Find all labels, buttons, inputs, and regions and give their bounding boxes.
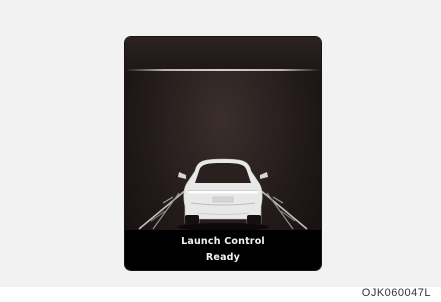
figure-caption: OJK060047L [361,287,431,299]
figure-frame: Launch Control Ready [0,0,441,287]
instrument-cluster-display: Launch Control Ready [125,37,321,270]
launch-control-label: Launch Control [181,236,265,247]
launch-control-state: Ready [205,252,241,263]
cluster-top-area [125,37,321,69]
vehicle-icon [177,158,269,231]
driving-scene [138,158,308,231]
status-bar: Launch Control Ready [125,230,321,270]
